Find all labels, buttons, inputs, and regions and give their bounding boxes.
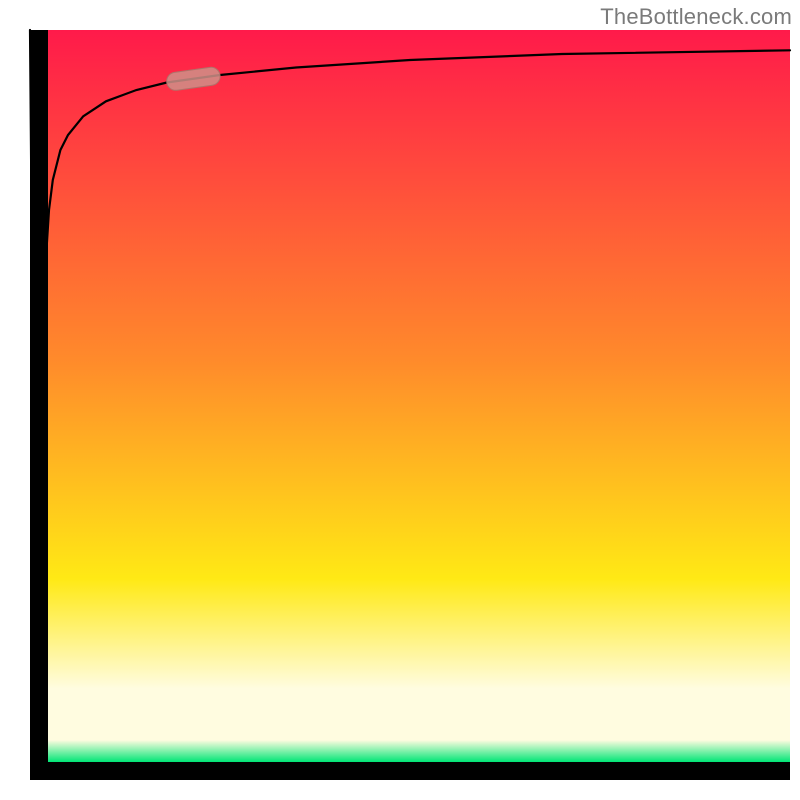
x-axis [30, 762, 790, 780]
watermark-text: TheBottleneck.com [600, 4, 792, 30]
chart-canvas [0, 0, 800, 800]
plot-background [48, 30, 790, 762]
chart-stage: TheBottleneck.com [0, 0, 800, 800]
